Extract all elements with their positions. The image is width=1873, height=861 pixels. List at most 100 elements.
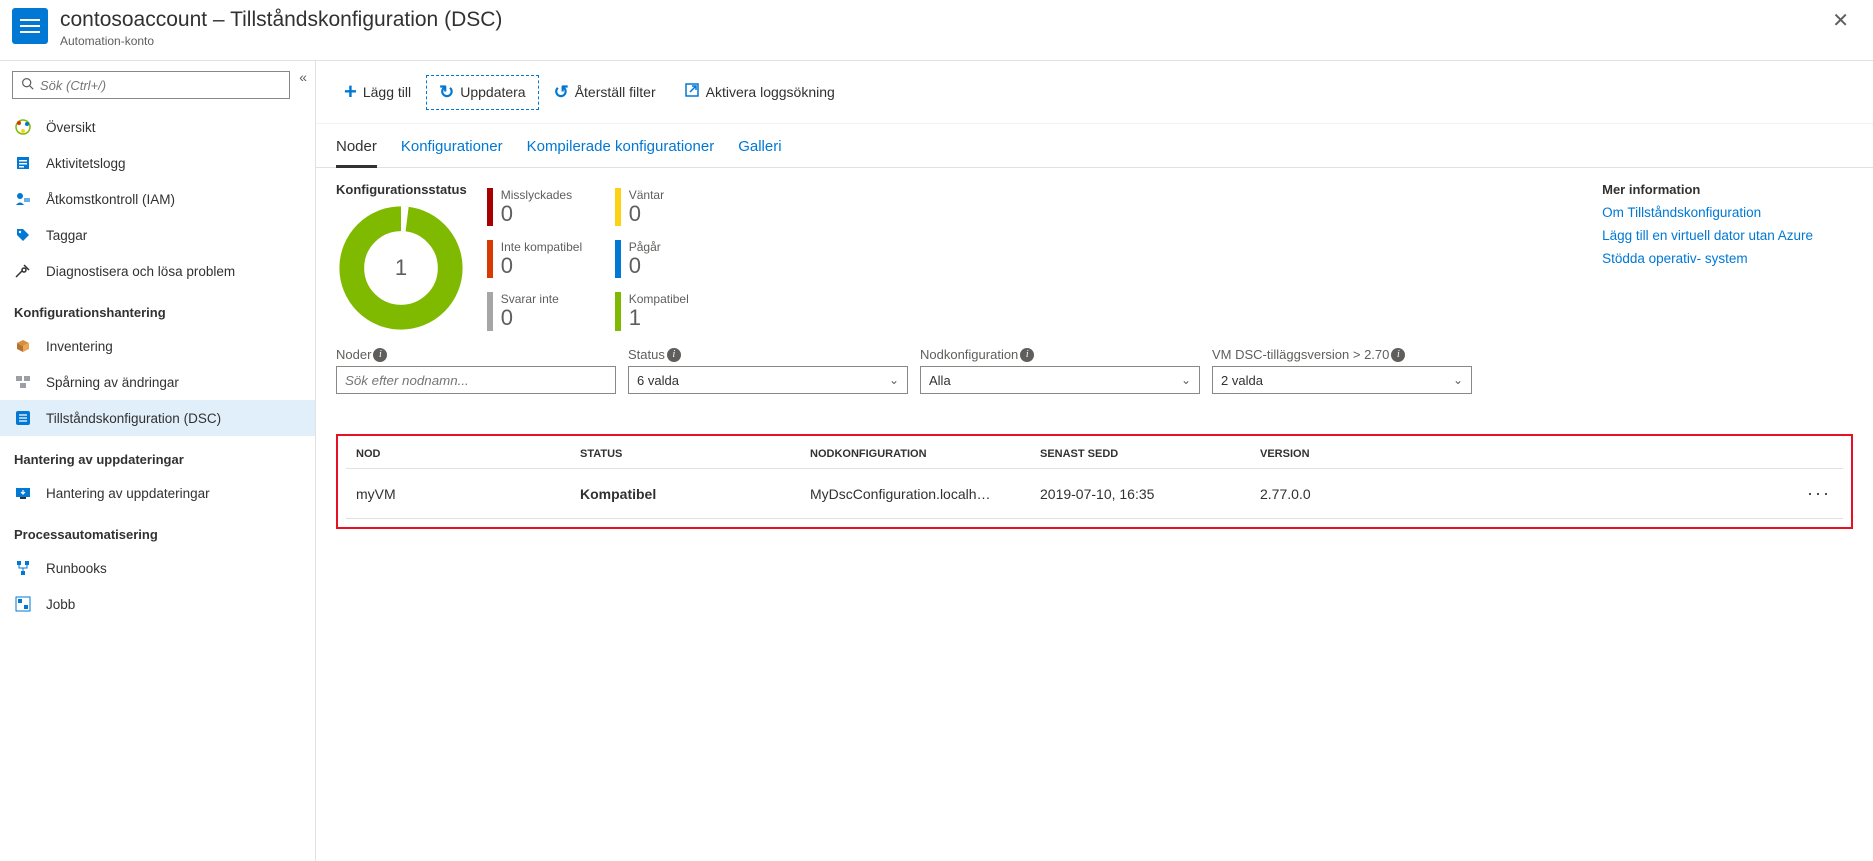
- filter-version-select[interactable]: 2 valda⌄: [1212, 366, 1472, 394]
- chevron-down-icon: ⌄: [1181, 373, 1191, 387]
- blade-header: contosoaccount – Tillståndskonfiguration…: [0, 0, 1873, 61]
- sidebar: « Översikt Aktivitetslogg Åtkomstkontrol…: [0, 61, 316, 861]
- sidebar-item-diagnose[interactable]: Diagnostisera och lösa problem: [0, 253, 315, 289]
- info-icon[interactable]: i: [1020, 348, 1034, 362]
- cell-ver: 2.77.0.0: [1260, 486, 1799, 502]
- overview-icon: [14, 118, 32, 136]
- sidebar-item-label: Åtkomstkontroll (IAM): [46, 192, 175, 207]
- col-seen[interactable]: SENAST SEDD: [1040, 448, 1260, 460]
- stat-failed: Misslyckades0: [487, 188, 597, 226]
- info-icon[interactable]: i: [1391, 348, 1405, 362]
- stat-notcompat: Inte kompatibel0: [487, 240, 597, 278]
- inventory-icon: [14, 337, 32, 355]
- col-node[interactable]: NOD: [350, 448, 580, 460]
- cell-status: Kompatibel: [580, 486, 810, 502]
- stat-inprog: Pågår0: [615, 240, 725, 278]
- runbooks-icon: [14, 559, 32, 577]
- info-icon[interactable]: i: [667, 348, 681, 362]
- tab-configurations[interactable]: Konfigurationer: [401, 128, 503, 167]
- stat-noresp: Svarar inte0: [487, 292, 597, 330]
- jobs-icon: [14, 595, 32, 613]
- sidebar-item-jobs[interactable]: Jobb: [0, 586, 315, 622]
- reset-icon: ↺: [554, 82, 569, 103]
- filter-nodeconf-label: Nodkonfiguration: [920, 347, 1018, 362]
- info-title: Mer information: [1602, 182, 1813, 197]
- col-conf[interactable]: NODKONFIGURATION: [810, 448, 1040, 460]
- filter-nodes-search[interactable]: [336, 366, 616, 394]
- dsc-icon: [12, 8, 48, 44]
- node-search-input[interactable]: [345, 373, 607, 388]
- refresh-icon: ↻: [439, 82, 454, 103]
- filter-nodes-label: Noder: [336, 347, 371, 362]
- sidebar-item-label: Hantering av uppdateringar: [46, 486, 210, 501]
- sidebar-item-updates[interactable]: Hantering av uppdateringar: [0, 475, 315, 511]
- sidebar-item-runbooks[interactable]: Runbooks: [0, 550, 315, 586]
- sidebar-item-label: Aktivitetslogg: [46, 156, 126, 171]
- activitylog-icon: [14, 154, 32, 172]
- search-icon: [21, 77, 34, 93]
- col-ver[interactable]: VERSION: [1260, 448, 1799, 460]
- tab-compiled[interactable]: Kompilerade konfigurationer: [527, 128, 715, 167]
- main-content: + Lägg till ↻ Uppdatera ↺ Återställ filt…: [316, 61, 1873, 861]
- sidebar-item-inventory[interactable]: Inventering: [0, 328, 315, 364]
- cell-node: myVM: [350, 486, 580, 502]
- collapse-icon[interactable]: «: [299, 69, 307, 85]
- donut-value: 1: [395, 255, 407, 281]
- info-icon[interactable]: i: [373, 348, 387, 362]
- filter-version-label: VM DSC-tilläggsversion > 2.70: [1212, 347, 1389, 362]
- iam-icon: [14, 190, 32, 208]
- tab-gallery[interactable]: Galleri: [738, 128, 781, 167]
- add-button[interactable]: + Lägg till: [332, 73, 423, 111]
- sidebar-item-changetracking[interactable]: Spårning av ändringar: [0, 364, 315, 400]
- sidebar-item-label: Runbooks: [46, 561, 107, 576]
- info-link-os[interactable]: Stödda operativ- system: [1602, 251, 1813, 266]
- updates-icon: [14, 484, 32, 502]
- sidebar-item-overview[interactable]: Översikt: [0, 109, 315, 145]
- diagnose-icon: [14, 262, 32, 280]
- activate-log-button[interactable]: Aktivera loggsökning: [672, 76, 847, 109]
- chevron-down-icon: ⌄: [1453, 373, 1463, 387]
- activate-label: Aktivera loggsökning: [706, 84, 835, 100]
- sidebar-item-dsc[interactable]: Tillståndskonfiguration (DSC): [0, 400, 315, 436]
- refresh-button[interactable]: ↻ Uppdatera: [427, 76, 537, 109]
- sidebar-item-label: Diagnostisera och lösa problem: [46, 264, 235, 279]
- dsc-nav-icon: [14, 409, 32, 427]
- cell-conf: MyDscConfiguration.localh…: [810, 486, 1040, 502]
- row-actions-icon[interactable]: ···: [1799, 483, 1839, 504]
- search-input[interactable]: [40, 78, 281, 93]
- sidebar-item-label: Inventering: [46, 339, 113, 354]
- filter-status-label: Status: [628, 347, 665, 362]
- sidebar-item-label: Jobb: [46, 597, 75, 612]
- stat-compat: Kompatibel1: [615, 292, 725, 330]
- plus-icon: +: [344, 79, 357, 105]
- reset-filter-button[interactable]: ↺ Återställ filter: [542, 76, 668, 109]
- info-link-addvm[interactable]: Lägg till en virtuell dator utan Azure: [1602, 228, 1813, 243]
- nodes-table: NOD STATUS NODKONFIGURATION SENAST SEDD …: [336, 434, 1853, 529]
- stat-waiting: Väntar0: [615, 188, 725, 226]
- table-header: NOD STATUS NODKONFIGURATION SENAST SEDD …: [346, 440, 1843, 469]
- sidebar-item-iam[interactable]: Åtkomstkontroll (IAM): [0, 181, 315, 217]
- col-status[interactable]: STATUS: [580, 448, 810, 460]
- nav-group-updates: Hantering av uppdateringar: [0, 436, 315, 475]
- changetracking-icon: [14, 373, 32, 391]
- nav-group-config: Konfigurationshantering: [0, 289, 315, 328]
- sidebar-item-label: Taggar: [46, 228, 87, 243]
- filter-status-select[interactable]: 6 valda⌄: [628, 366, 908, 394]
- refresh-label: Uppdatera: [460, 84, 525, 100]
- info-link-about[interactable]: Om Tillståndskonfiguration: [1602, 205, 1813, 220]
- sidebar-item-label: Spårning av ändringar: [46, 375, 179, 390]
- filter-nodeconf-select[interactable]: Alla⌄: [920, 366, 1200, 394]
- toolbar: + Lägg till ↻ Uppdatera ↺ Återställ filt…: [316, 61, 1873, 124]
- chevron-down-icon: ⌄: [889, 373, 899, 387]
- cell-seen: 2019-07-10, 16:35: [1040, 486, 1260, 502]
- close-icon[interactable]: ✕: [1824, 8, 1857, 33]
- sidebar-search[interactable]: [12, 71, 290, 99]
- tag-icon: [14, 226, 32, 244]
- more-info: Mer information Om Tillståndskonfigurati…: [1602, 182, 1853, 274]
- sidebar-item-activitylog[interactable]: Aktivitetslogg: [0, 145, 315, 181]
- table-row[interactable]: myVM Kompatibel MyDscConfiguration.local…: [346, 469, 1843, 519]
- tabs: Noder Konfigurationer Kompilerade konfig…: [316, 124, 1873, 168]
- sidebar-item-label: Översikt: [46, 120, 96, 135]
- tab-nodes[interactable]: Noder: [336, 128, 377, 168]
- sidebar-item-tags[interactable]: Taggar: [0, 217, 315, 253]
